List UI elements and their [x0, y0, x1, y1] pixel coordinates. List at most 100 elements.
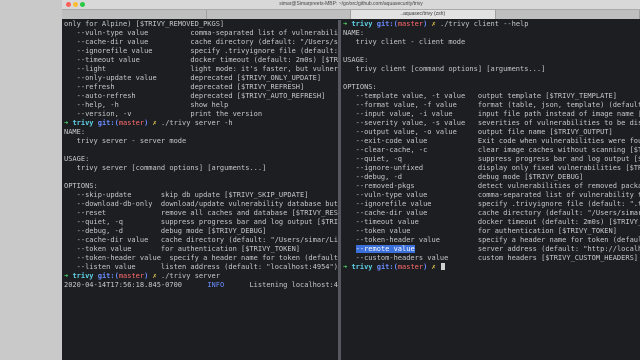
- terminal-window: simar@Simarpreets-MBP: ~/go/src/github.c…: [62, 0, 640, 360]
- prompt-branch: master: [118, 119, 145, 127]
- output-line: --output value, -o value output file nam…: [343, 128, 613, 136]
- prompt-line: ➜ trivy git:(master) ✗ ./trivy server -h: [62, 119, 338, 128]
- output-line: --custom-headers value custom headers [$…: [343, 254, 639, 262]
- dirty-mark-icon: ✗: [431, 263, 436, 271]
- window-title: simar@Simarpreets-MBP: ~/go/src/github.c…: [279, 1, 423, 7]
- prompt-branch: master: [397, 20, 424, 28]
- output-line: --version, -v print the version: [64, 110, 263, 118]
- output-line: --ignore-unfixed display only fixed vuln…: [355, 164, 640, 172]
- dirty-mark-icon: ✗: [152, 272, 157, 280]
- output-line: --skip-update skip db update [$TRIVY_SKI…: [64, 191, 309, 199]
- command-text: ./trivy client --help: [439, 20, 529, 28]
- output-line: OPTIONS:: [64, 182, 98, 190]
- output-line: --template value, -t value output templa…: [343, 92, 617, 100]
- remote-option-line: --remote value server address (default: …: [355, 245, 640, 253]
- prompt-branch: master: [118, 272, 145, 280]
- output-line: --quiet, -q suppress progress bar and lo…: [76, 218, 338, 226]
- log-line: 2020-04-14T17:56:18.845-0700 INFO Listen…: [62, 281, 338, 290]
- output-line: --cache-dir value cache directory (defau…: [76, 38, 338, 46]
- output-line: --exit-code value Exit code when vulnera…: [355, 137, 640, 145]
- prompt-dir: trivy: [72, 119, 94, 127]
- output-line: --token value for authentication [$TRIVY…: [343, 227, 617, 235]
- log-timestamp: 2020-04-14T17:56:18.845-0700: [64, 281, 183, 289]
- output-line: --ignorefile value specify .trivyignore …: [355, 200, 640, 208]
- output-line: --quiet, -q suppress progress bar and lo…: [355, 155, 640, 163]
- prompt-dir: trivy: [72, 272, 94, 280]
- output-line: --reset remove all caches and database […: [64, 209, 338, 217]
- prompt-git-close: ): [144, 119, 149, 127]
- output-line: trivy client - client mode: [343, 38, 466, 46]
- tab-bar: ..aquasec/trivy (zsh): [62, 10, 640, 19]
- output-line: --debug, -d debug mode [$TRIVY_DEBUG]: [343, 173, 584, 181]
- output-line: --input value, -i value input file path …: [355, 110, 640, 118]
- prompt-git-close: ): [423, 263, 428, 271]
- left-terminal-pane[interactable]: only for Alpine) [$TRIVY_REMOVED_PKGS] -…: [62, 20, 338, 360]
- output-line: only for Alpine) [$TRIVY_REMOVED_PKGS]: [64, 20, 225, 28]
- prompt-line: ➜ trivy git:(master) ✗: [341, 263, 640, 272]
- command-text: ./trivy server: [160, 272, 220, 280]
- prompt-git-close: ): [423, 20, 428, 28]
- prompt-git: git:(: [376, 263, 398, 271]
- tab-active[interactable]: ..aquasec/trivy (zsh): [351, 10, 496, 19]
- output-line: --clear-cache, -c clear image caches wit…: [355, 146, 640, 154]
- log-message: Listening localhost:4954...: [249, 281, 338, 289]
- dirty-mark-icon: ✗: [431, 20, 436, 28]
- output-line: trivy client [command options] [argument…: [343, 65, 546, 73]
- prompt-git-close: ): [144, 272, 149, 280]
- output-line: USAGE:: [343, 56, 369, 64]
- output-line: --light light mode: it's faster, but vul…: [76, 65, 338, 73]
- output-line: --timeout value docker timeout (default:…: [355, 218, 640, 226]
- output-line: --token-header value specify a header na…: [76, 254, 338, 262]
- dirty-mark-icon: ✗: [152, 119, 157, 127]
- output-line: --severity value, -s value severities of…: [355, 119, 640, 127]
- output-line: NAME:: [64, 128, 86, 136]
- output-line: --help, -h show help: [64, 101, 229, 109]
- prompt-git: git:(: [376, 20, 398, 28]
- command-text: ./trivy server -h: [160, 119, 233, 127]
- output-line: --timeout value docker timeout (default:…: [76, 56, 338, 64]
- text-cursor: [440, 263, 445, 270]
- tab-4[interactable]: [496, 10, 640, 19]
- output-line: --debug, -d debug mode [$TRIVY_DEBUG]: [64, 227, 267, 235]
- output-line: --ignorefile value specify .trivyignore …: [76, 47, 338, 55]
- title-bar: simar@Simarpreets-MBP: ~/go/src/github.c…: [62, 0, 640, 10]
- log-level: INFO: [207, 281, 225, 289]
- tab-1[interactable]: [62, 10, 207, 19]
- output-line: --cache-dir value cache directory (defau…: [355, 209, 640, 217]
- prompt-git: git:(: [97, 272, 119, 280]
- output-line: --token value for authentication [$TRIVY…: [64, 245, 301, 253]
- right-output-after: --custom-headers value custom headers [$…: [341, 254, 640, 263]
- output-line: --download-db-only download/update vulne…: [76, 200, 338, 208]
- prompt-dir: trivy: [351, 263, 373, 271]
- output-line: trivy server - server mode: [64, 137, 187, 145]
- selected-remote-flag[interactable]: --remote value: [355, 245, 415, 253]
- prompt-branch: master: [397, 263, 424, 271]
- output-line: --refresh deprecated [$TRIVY_REFRESH]: [64, 83, 305, 91]
- prompt-git: git:(: [97, 119, 119, 127]
- output-line: --format value, -f value format (table, …: [355, 101, 640, 109]
- output-line: trivy server [command options] [argument…: [64, 164, 267, 172]
- prompt-line: ➜ trivy git:(master) ✗ ./trivy server: [62, 272, 338, 281]
- tab-2[interactable]: [207, 10, 351, 19]
- output-line: NAME:: [343, 29, 365, 37]
- output-line: USAGE:: [64, 155, 90, 163]
- prompt-line: ➜ trivy git:(master) ✗ ./trivy client --…: [341, 20, 640, 29]
- output-line: OPTIONS:: [343, 83, 377, 91]
- left-output-help: NAME: trivy server - server mode USAGE: t…: [62, 128, 338, 272]
- output-line: --auto-refresh deprecated [$TRIVY_AUTO_R…: [64, 92, 326, 100]
- output-line: --vuln-type value comma-separated list o…: [355, 191, 640, 199]
- prompt-dir: trivy: [351, 20, 373, 28]
- output-line: --listen value listen address (default: …: [76, 263, 338, 271]
- left-output-top: only for Alpine) [$TRIVY_REMOVED_PKGS] -…: [62, 20, 338, 119]
- output-line: --token-header value specify a header na…: [355, 236, 640, 244]
- right-output-help: NAME: trivy client - client mode USAGE: t…: [341, 29, 640, 245]
- output-line: --vuln-type value comma-separated list o…: [76, 29, 338, 37]
- output-line: --removed-pkgs detect vulnerabilities of…: [355, 182, 640, 190]
- output-line: --cache-dir value cache directory (defau…: [76, 236, 338, 244]
- output-line: --only-update value deprecated [$TRIVY_O…: [64, 74, 322, 82]
- right-terminal-pane[interactable]: ➜ trivy git:(master) ✗ ./trivy client --…: [341, 20, 640, 360]
